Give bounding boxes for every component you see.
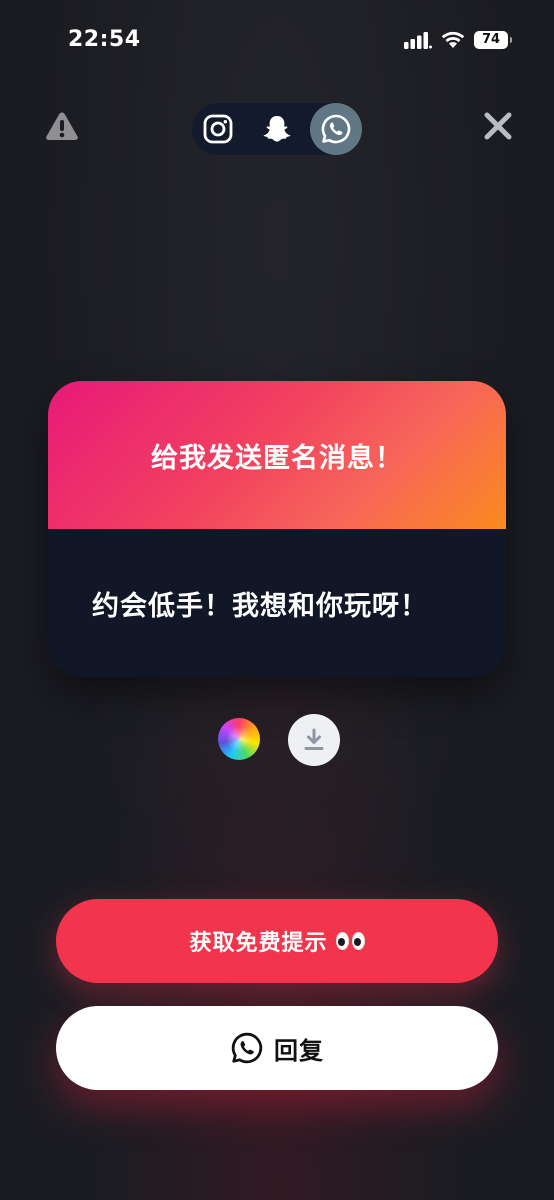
- reply-label: 回复: [274, 1036, 324, 1065]
- get-free-hint-label: 获取免费提示: [189, 931, 328, 956]
- warning-icon: [46, 112, 78, 140]
- wifi-icon: [441, 31, 465, 48]
- close-button[interactable]: [478, 108, 518, 144]
- download-button[interactable]: [288, 714, 340, 766]
- card-body: 约会低手！我想和你玩呀！: [48, 529, 506, 677]
- card-header-text: 给我发送匿名消息！: [151, 442, 403, 474]
- get-free-hint-button[interactable]: 获取免费提示: [56, 899, 498, 983]
- battery-level: 74: [481, 32, 501, 47]
- cellular-signal-icon: [404, 31, 432, 49]
- status-time: 22:54: [68, 27, 141, 52]
- reply-button[interactable]: 回复: [56, 1006, 498, 1090]
- status-bar: 22:54 74: [0, 0, 554, 84]
- whatsapp-icon: [231, 1032, 263, 1064]
- message-card: 给我发送匿名消息！ 约会低手！我想和你玩呀！: [48, 381, 506, 677]
- eye-right: [351, 932, 365, 950]
- close-icon: [484, 112, 512, 140]
- download-icon: [304, 728, 324, 750]
- share-snapchat-button[interactable]: [251, 103, 303, 155]
- eyes-emoji-icon: [335, 932, 365, 950]
- snapchat-ghost-icon: [263, 116, 291, 142]
- card-header: 给我发送匿名消息！: [48, 381, 506, 529]
- color-palette-button[interactable]: [218, 718, 260, 760]
- card-message-text: 约会低手！我想和你玩呀！: [92, 590, 428, 622]
- status-icons: 74: [404, 30, 512, 49]
- instagram-icon: [203, 114, 233, 144]
- eye-left: [335, 932, 349, 950]
- whatsapp-icon: [321, 114, 351, 144]
- battery-icon: 74: [474, 30, 512, 49]
- share-instagram-button[interactable]: [192, 103, 244, 155]
- report-button[interactable]: [44, 108, 80, 144]
- share-whatsapp-button[interactable]: [310, 103, 362, 155]
- share-target-selector: [192, 103, 362, 155]
